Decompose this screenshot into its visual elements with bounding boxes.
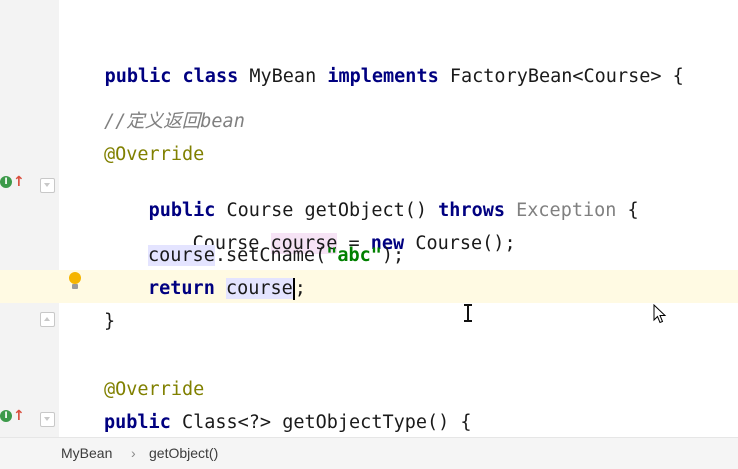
interface-name: FactoryBean<Course> xyxy=(449,66,662,87)
code-line-get-object[interactable]: I ↑ public Course getObject() throws Exc… xyxy=(0,172,738,221)
code-line-return-current[interactable]: return course; xyxy=(0,270,738,303)
code-line-override[interactable]: @Override xyxy=(0,373,738,406)
keyword-class: class xyxy=(182,66,239,87)
code-line-declaration[interactable]: Course course = new Course(); xyxy=(0,205,738,254)
mouse-pointer-icon xyxy=(653,304,667,324)
method-call: .setCname( xyxy=(214,245,327,266)
up-arrow-icon: ↑ xyxy=(13,408,25,424)
keyword-public: public xyxy=(104,66,172,87)
breadcrumb: MyBean › getObject() xyxy=(0,437,738,469)
implements-icon: I xyxy=(0,176,12,188)
implements-method-marker[interactable]: I ↑ xyxy=(0,408,25,425)
string-literal: "abc" xyxy=(326,245,382,266)
code-line-override[interactable]: @Override xyxy=(0,138,738,171)
close-brace: } xyxy=(104,311,116,332)
keyword-return: return xyxy=(148,278,215,299)
breadcrumb-method[interactable]: getObject() xyxy=(149,445,218,461)
fold-toggle-icon[interactable] xyxy=(40,412,55,427)
call-end: ); xyxy=(381,245,405,266)
variable-course: course xyxy=(225,278,293,299)
fold-toggle-icon[interactable] xyxy=(40,312,55,327)
code-line-close-brace[interactable]: } xyxy=(0,305,738,338)
override-annotation: @Override xyxy=(104,144,205,165)
code-line-set-cname[interactable]: course.setCname("abc"); xyxy=(0,239,738,272)
comment-text: //定义返回bean xyxy=(104,111,245,132)
open-brace: { xyxy=(672,66,684,87)
fold-toggle-icon[interactable] xyxy=(40,178,55,193)
breadcrumb-separator: › xyxy=(131,445,136,461)
code-line-comment[interactable]: //定义返回bean xyxy=(0,105,738,138)
keyword-public: public xyxy=(104,412,171,433)
method-signature: Class<?> getObjectType() { xyxy=(181,412,472,433)
code-line-class-declaration[interactable]: public class MyBean implements FactoryBe… xyxy=(0,38,738,87)
semicolon: ; xyxy=(294,278,306,299)
class-name: MyBean xyxy=(249,66,317,87)
lightbulb-icon[interactable] xyxy=(69,272,81,292)
keyword-implements: implements xyxy=(327,66,439,87)
code-line-get-object-type[interactable]: I ↑ public Class<?> getObjectType() { xyxy=(0,406,738,439)
up-arrow-icon: ↑ xyxy=(13,174,25,190)
override-annotation: @Override xyxy=(104,379,205,400)
implements-method-marker[interactable]: I ↑ xyxy=(0,174,25,191)
implements-icon: I xyxy=(0,410,12,422)
text-cursor-icon xyxy=(464,304,472,322)
breadcrumb-class[interactable]: MyBean xyxy=(61,445,112,461)
variable-course: course xyxy=(148,245,215,266)
